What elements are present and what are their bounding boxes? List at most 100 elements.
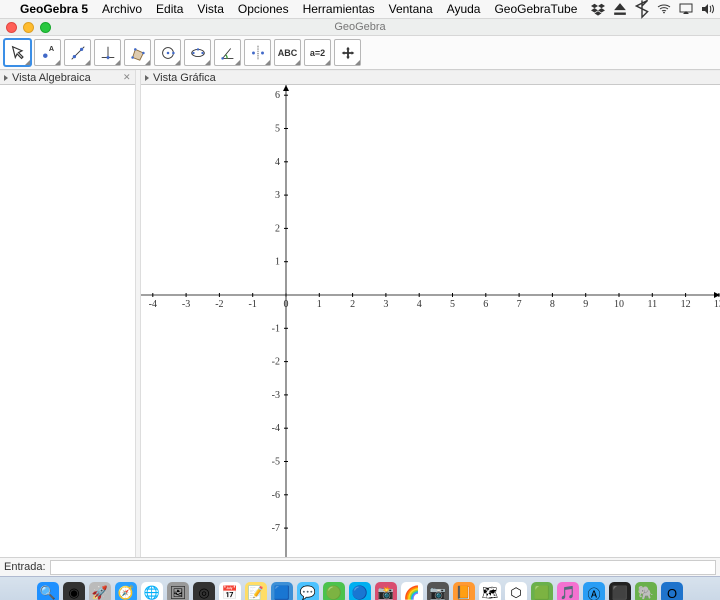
- dock-appstore[interactable]: Ⓐ: [583, 582, 605, 600]
- svg-text:6: 6: [275, 90, 280, 101]
- dock-notes[interactable]: 📝: [245, 582, 267, 600]
- algebra-view: Vista Algebraica ✕: [0, 70, 135, 557]
- dock-photobooth[interactable]: 📸: [375, 582, 397, 600]
- window-title: GeoGebra: [334, 21, 385, 33]
- menu-geogebratube[interactable]: GeoGebraTube: [494, 2, 577, 16]
- svg-text:1: 1: [317, 299, 322, 310]
- svg-text:5: 5: [275, 124, 280, 135]
- volume-icon[interactable]: [701, 2, 715, 16]
- menu-edita[interactable]: Edita: [156, 2, 183, 16]
- line-tool[interactable]: [64, 39, 91, 66]
- menu-herramientas[interactable]: Herramientas: [303, 2, 375, 16]
- dock-outlook[interactable]: O: [661, 582, 683, 600]
- slider-tool[interactable]: a=2: [304, 39, 331, 66]
- menu-ventana[interactable]: Ventana: [389, 2, 433, 16]
- svg-text:-4: -4: [272, 423, 280, 434]
- svg-text:11: 11: [647, 299, 657, 310]
- dock-chrome[interactable]: 🌐: [141, 582, 163, 600]
- coordinate-axes: -4-3-2-1012345678910111213-7-6-5-4-3-2-1…: [141, 85, 720, 557]
- menu-ayuda[interactable]: Ayuda: [447, 2, 481, 16]
- conic-tool[interactable]: [184, 39, 211, 66]
- window-close-button[interactable]: [6, 22, 17, 33]
- circle-tool[interactable]: [154, 39, 181, 66]
- svg-text:9: 9: [583, 299, 588, 310]
- dock-camtasia[interactable]: 🟩: [531, 582, 553, 600]
- svg-text:-6: -6: [272, 490, 280, 501]
- close-icon[interactable]: ✕: [123, 72, 132, 81]
- input-label: Entrada:: [4, 561, 46, 573]
- graphic-view: Vista Gráfica -4-3-2-1012345678910111213…: [141, 70, 720, 557]
- dock-skype[interactable]: 🔵: [349, 582, 371, 600]
- airplay-icon[interactable]: [679, 2, 693, 16]
- algebra-view-header[interactable]: Vista Algebraica ✕: [0, 70, 135, 85]
- dock-launchpad[interactable]: 🚀: [89, 582, 111, 600]
- graphic-view-header[interactable]: Vista Gráfica: [141, 70, 720, 85]
- dock-bluejeans[interactable]: 🟦: [271, 582, 293, 600]
- svg-text:-7: -7: [272, 523, 280, 534]
- menu-archivo[interactable]: Archivo: [102, 2, 142, 16]
- svg-text:-4: -4: [149, 299, 157, 310]
- dock-ibooks[interactable]: 📙: [453, 582, 475, 600]
- svg-text:3: 3: [275, 190, 280, 201]
- dock-itunes[interactable]: 🎵: [557, 582, 579, 600]
- menu-opciones[interactable]: Opciones: [238, 2, 289, 16]
- reflect-tool[interactable]: [244, 39, 271, 66]
- dock-photos[interactable]: 🌈: [401, 582, 423, 600]
- move-view-tool[interactable]: [334, 39, 361, 66]
- command-input[interactable]: [50, 560, 716, 575]
- svg-text:3: 3: [383, 299, 388, 310]
- dock-camera[interactable]: 📷: [427, 582, 449, 600]
- svg-text:-2: -2: [272, 357, 280, 368]
- window-zoom-button[interactable]: [40, 22, 51, 33]
- move-tool[interactable]: [4, 39, 31, 66]
- wifi-icon[interactable]: [657, 2, 671, 16]
- dock-preview[interactable]: 🖼: [167, 582, 189, 600]
- svg-text:7: 7: [517, 299, 522, 310]
- angle-tool[interactable]: [214, 39, 241, 66]
- dock-maps[interactable]: 🗺: [479, 582, 501, 600]
- mac-dock: 🔍◉🚀🧭🌐🖼◎📅📝🟦💬🟢🔵📸🌈📷📙🗺⬡🟩🎵Ⓐ⬛🐘O: [0, 576, 720, 600]
- perpendicular-tool[interactable]: [94, 39, 121, 66]
- dock-wechat[interactable]: 🟢: [323, 582, 345, 600]
- eject-icon[interactable]: [613, 2, 627, 16]
- svg-text:8: 8: [550, 299, 555, 310]
- window-minimize-button[interactable]: [23, 22, 34, 33]
- svg-text:-1: -1: [272, 323, 280, 334]
- point-tool[interactable]: A: [34, 39, 61, 66]
- dock-messages[interactable]: 💬: [297, 582, 319, 600]
- dock-geogebra[interactable]: ⬡: [505, 582, 527, 600]
- dock-terminal[interactable]: ⬛: [609, 582, 631, 600]
- graphic-canvas[interactable]: -4-3-2-1012345678910111213-7-6-5-4-3-2-1…: [141, 85, 720, 557]
- svg-text:5: 5: [450, 299, 455, 310]
- geogebra-toolbar: A ABCa=2: [0, 36, 720, 70]
- svg-text:4: 4: [417, 299, 422, 310]
- svg-text:10: 10: [614, 299, 624, 310]
- dock-safari[interactable]: 🧭: [115, 582, 137, 600]
- svg-text:-1: -1: [249, 299, 257, 310]
- dock-evernote[interactable]: 🐘: [635, 582, 657, 600]
- svg-text:A: A: [48, 44, 53, 53]
- app-name[interactable]: GeoGebra 5: [20, 2, 88, 16]
- input-bar: Entrada:: [0, 557, 720, 576]
- text-tool[interactable]: ABC: [274, 39, 301, 66]
- algebra-view-body[interactable]: [0, 85, 135, 557]
- svg-text:0: 0: [284, 299, 289, 310]
- dock-finder[interactable]: 🔍: [37, 582, 59, 600]
- svg-text:-5: -5: [272, 457, 280, 468]
- svg-text:2: 2: [350, 299, 355, 310]
- dropbox-icon[interactable]: [591, 2, 605, 16]
- svg-text:-3: -3: [182, 299, 190, 310]
- svg-text:2: 2: [275, 223, 280, 234]
- disclosure-triangle-icon: [145, 75, 149, 81]
- dock-calendar[interactable]: 📅: [219, 582, 241, 600]
- bluetooth-icon[interactable]: [635, 2, 649, 16]
- dock-dashboard[interactable]: ◎: [193, 582, 215, 600]
- algebra-view-title: Vista Algebraica: [12, 72, 91, 84]
- svg-text:13: 13: [714, 299, 720, 310]
- dock-siri[interactable]: ◉: [63, 582, 85, 600]
- polygon-tool[interactable]: [124, 39, 151, 66]
- graphic-view-title: Vista Gráfica: [153, 72, 216, 84]
- mac-menubar: GeoGebra 5 Archivo Edita Vista Opciones …: [0, 0, 720, 19]
- svg-text:1: 1: [275, 257, 280, 268]
- menu-vista[interactable]: Vista: [197, 2, 223, 16]
